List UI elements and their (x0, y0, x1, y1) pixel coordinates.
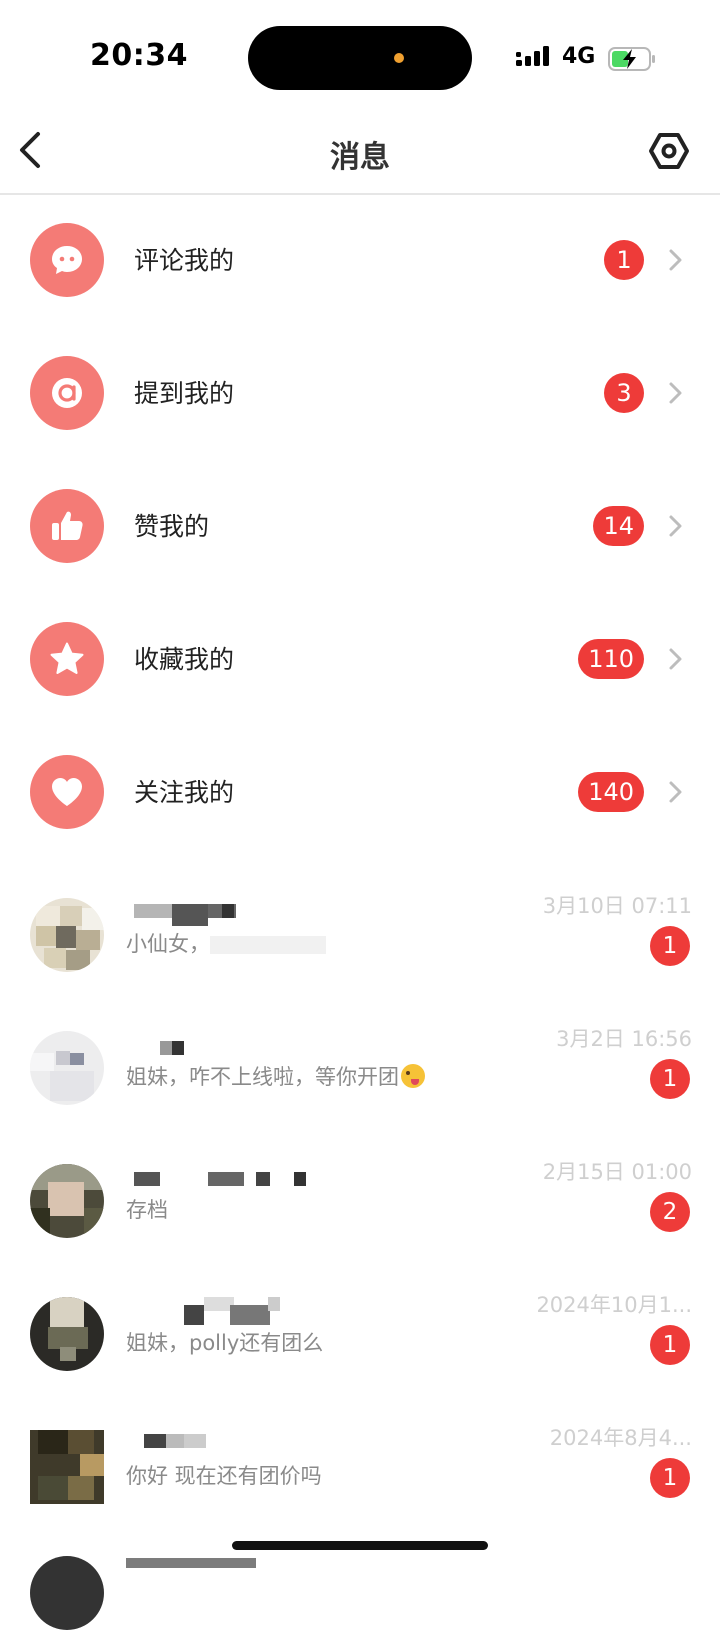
category-label: 评论我的 (134, 246, 235, 275)
message-preview: 你好 现在还有团价吗 (126, 1464, 322, 1488)
category-label: 赞我的 (134, 512, 210, 541)
settings-icon[interactable] (648, 130, 690, 172)
comment-icon (30, 223, 104, 297)
avatar (30, 1297, 104, 1371)
message-preview: 姐妹，咋不上线啦，等你开团 (126, 1061, 425, 1091)
unread-badge: 1 (650, 926, 690, 966)
unread-badge: 1 (650, 1325, 690, 1365)
unread-badge: 1 (650, 1059, 690, 1099)
avatar (30, 1430, 104, 1504)
chevron-right-icon (669, 249, 682, 271)
unread-badge: 3 (604, 373, 644, 413)
avatar (30, 898, 104, 972)
contact-name-redacted (126, 1158, 426, 1192)
status-bar: 20:34 4G (0, 0, 720, 110)
dynamic-island (248, 26, 472, 90)
conversation-row[interactable]: 存档 2月15日 01:00 2 (0, 1136, 720, 1269)
timestamp: 2月15日 01:00 (542, 1160, 692, 1184)
battery-charging-icon (608, 47, 655, 71)
conversation-row[interactable]: 你好 现在还有团价吗 2024年8月4... 1 (0, 1402, 720, 1535)
page-title: 消息 (330, 140, 390, 175)
emoji-winking-tongue (401, 1064, 425, 1088)
avatar (30, 1164, 104, 1238)
contact-name-redacted (126, 1291, 426, 1325)
unread-badge: 110 (578, 639, 644, 679)
category-favorites[interactable]: 收藏我的 110 (0, 592, 720, 725)
thumbs-up-icon (30, 489, 104, 563)
category-comments[interactable]: 评论我的 1 (0, 193, 720, 326)
category-likes[interactable]: 赞我的 14 (0, 459, 720, 592)
contact-name-redacted (126, 892, 426, 926)
avatar (30, 1556, 104, 1630)
heart-icon (30, 755, 104, 829)
avatar (30, 1031, 104, 1105)
conversation-row[interactable]: 姐妹，咋不上线啦，等你开团 3月2日 16:56 1 (0, 1003, 720, 1136)
contact-name-redacted (126, 1025, 426, 1059)
category-label: 关注我的 (134, 778, 235, 807)
star-icon (30, 622, 104, 696)
unread-badge: 2 (650, 1192, 690, 1232)
unread-badge: 1 (604, 240, 644, 280)
message-preview: 小仙女， (126, 928, 326, 958)
message-preview: 存档 (126, 1198, 168, 1222)
chevron-right-icon (669, 382, 682, 404)
timestamp: 3月2日 16:56 (556, 1027, 692, 1051)
unread-badge: 1 (650, 1458, 690, 1498)
timestamp: 3月10日 07:11 (542, 894, 692, 918)
status-time: 20:34 (90, 38, 188, 73)
category-label: 提到我的 (134, 379, 235, 408)
category-label: 收藏我的 (134, 645, 235, 674)
category-mentions[interactable]: 提到我的 3 (0, 326, 720, 459)
signal-icon (516, 46, 549, 66)
conversation-row[interactable]: 小仙女， 3月10日 07:11 1 (0, 870, 720, 1003)
privacy-indicator-dot (394, 53, 404, 63)
chevron-right-icon (669, 515, 682, 537)
contact-name-redacted (126, 1558, 256, 1568)
unread-badge: 14 (593, 506, 644, 546)
chevron-right-icon (669, 781, 682, 803)
nav-bar: 消息 (0, 110, 720, 195)
timestamp: 2024年10月1... (536, 1293, 692, 1317)
home-indicator[interactable] (232, 1541, 488, 1550)
contact-name-redacted (126, 1424, 426, 1458)
conversation-row[interactable]: 姐妹，polly还有团么 2024年10月1... 1 (0, 1269, 720, 1402)
at-icon (30, 356, 104, 430)
unread-badge: 140 (578, 772, 644, 812)
category-followers[interactable]: 关注我的 140 (0, 725, 720, 858)
message-preview: 姐妹，polly还有团么 (126, 1331, 324, 1355)
network-type: 4G (562, 44, 596, 69)
chevron-right-icon (669, 648, 682, 670)
timestamp: 2024年8月4... (549, 1426, 692, 1450)
